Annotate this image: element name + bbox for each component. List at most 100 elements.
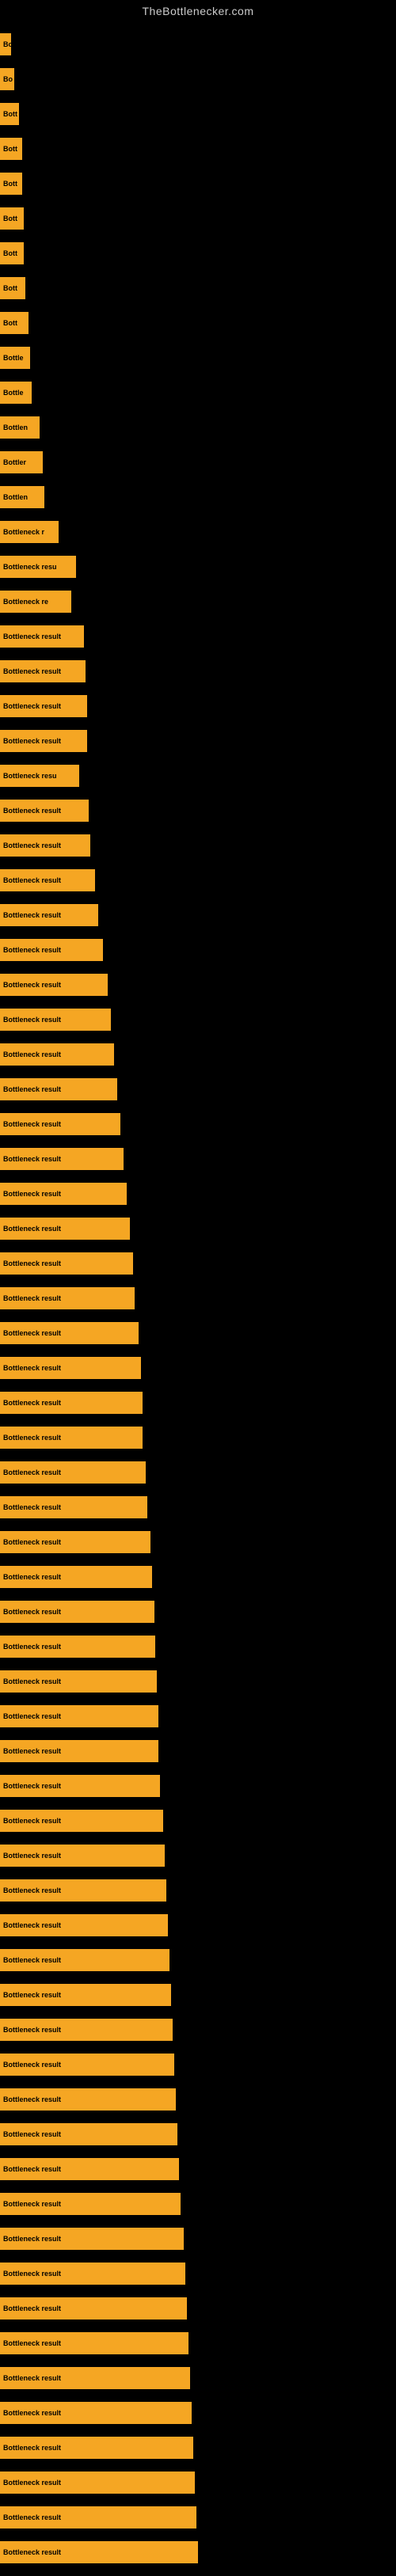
bar-item: Bott: [0, 312, 29, 334]
bar-row: Bottleneck result: [0, 1281, 396, 1316]
bar-label: Bottleneck result: [3, 1085, 61, 1093]
bar-row: Bottleneck result: [0, 724, 396, 758]
bar-row: Bottleneck result: [0, 898, 396, 933]
bar-label: Bottleneck result: [3, 1051, 61, 1058]
bar-row: Bott: [0, 131, 396, 166]
bar-label: Bottleneck result: [3, 1921, 61, 1929]
bar-item: Bottleneck result: [0, 1357, 141, 1379]
bar-item: Bottleneck result: [0, 695, 87, 717]
bar-label: Bottleneck result: [3, 1782, 61, 1790]
bar-label: Bo: [3, 40, 11, 48]
bar-item: Bottleneck result: [0, 1009, 111, 1031]
bar-item: Bo: [0, 68, 14, 90]
bar-row: Bottleneck result: [0, 2326, 396, 2361]
bar-item: Bottlen: [0, 486, 44, 508]
bar-row: Bottler: [0, 445, 396, 480]
bar-row: Bottleneck result: [0, 1594, 396, 1629]
bar-label: Bottleneck result: [3, 2304, 61, 2312]
bar-label: Bott: [3, 110, 17, 118]
bar-item: Bottleneck result: [0, 1601, 154, 1623]
bar-row: Bottleneck result: [0, 1629, 396, 1664]
bar-item: Bottleneck result: [0, 1810, 163, 1832]
bar-row: Bottleneck result: [0, 1385, 396, 1420]
bar-item: Bottleneck result: [0, 2437, 193, 2459]
bar-row: Bottleneck result: [0, 1246, 396, 1281]
bar-item: Bottleneck result: [0, 730, 87, 752]
bar-item: Bottleneck result: [0, 1392, 143, 1414]
bar-item: Bottleneck result: [0, 1879, 166, 1902]
bar-row: Bottleneck result: [0, 2187, 396, 2221]
bar-label: Bottleneck result: [3, 1991, 61, 1999]
bar-label: Bottleneck result: [3, 1503, 61, 1511]
bar-label: Bottleneck result: [3, 981, 61, 989]
bar-label: Bottleneck r: [3, 528, 44, 536]
bar-row: Bottleneck re: [0, 584, 396, 619]
bar-item: Bottleneck result: [0, 1078, 117, 1100]
bar-label: Bottleneck result: [3, 1329, 61, 1337]
bar-item: Bottleneck result: [0, 1705, 158, 1727]
bar-item: Bottleneck result: [0, 1531, 150, 1553]
bar-row: Bottleneck result: [0, 793, 396, 828]
bar-row: Bottleneck result: [0, 2152, 396, 2187]
bar-item: Bottleneck result: [0, 1775, 160, 1797]
bar-item: Bott: [0, 277, 25, 299]
bar-label: Bottle: [3, 389, 24, 397]
bar-label: Bott: [3, 215, 17, 222]
bar-row: Bottleneck result: [0, 2117, 396, 2152]
bar-item: Bottleneck result: [0, 974, 108, 996]
bar-row: Bottleneck result: [0, 2291, 396, 2326]
bar-item: Bottle: [0, 382, 32, 404]
bar-row: Bottleneck result: [0, 2047, 396, 2082]
bar-item: Bottleneck result: [0, 2332, 188, 2354]
bar-item: Bottleneck result: [0, 1183, 127, 1205]
bar-row: Bott: [0, 306, 396, 340]
bar-item: Bottleneck resu: [0, 556, 76, 578]
bar-label: Bott: [3, 249, 17, 257]
bar-row: Bottleneck result: [0, 2256, 396, 2291]
bar-item: Bott: [0, 207, 24, 230]
bar-label: Bottleneck result: [3, 1956, 61, 1964]
bar-label: Bottleneck result: [3, 2548, 61, 2556]
bar-row: Bottleneck result: [0, 1769, 396, 1803]
bar-row: Bottleneck result: [0, 1142, 396, 1176]
bar-item: Bottleneck result: [0, 2402, 192, 2424]
bar-label: Bottleneck result: [3, 807, 61, 815]
bar-label: Bottleneck result: [3, 946, 61, 954]
bar-row: Bottleneck result: [0, 863, 396, 898]
bar-item: Bottleneck result: [0, 2193, 181, 2215]
bar-label: Bottleneck result: [3, 842, 61, 849]
bar-label: Bottleneck result: [3, 2513, 61, 2521]
bar-row: Bottleneck result: [0, 1699, 396, 1734]
bar-item: Bottleneck result: [0, 2541, 198, 2563]
bar-row: Bottleneck result: [0, 1664, 396, 1699]
bar-label: Bottleneck result: [3, 2130, 61, 2138]
bars-container: BoBoBottBottBottBottBottBottBottBottleBo…: [0, 21, 396, 2576]
bar-item: Bottleneck result: [0, 1043, 114, 1066]
bar-item: Bottleneck result: [0, 939, 103, 961]
bar-label: Bottleneck result: [3, 2165, 61, 2173]
bar-item: Bottleneck result: [0, 2506, 196, 2529]
bar-row: Bott: [0, 97, 396, 131]
bar-item: Bottleneck result: [0, 2019, 173, 2041]
bar-row: Bottleneck result: [0, 1351, 396, 1385]
bar-label: Bott: [3, 319, 17, 327]
bar-item: Bottleneck r: [0, 521, 59, 543]
bar-item: Bottleneck result: [0, 1322, 139, 1344]
site-title: TheBottlenecker.com: [142, 5, 253, 17]
bar-item: Bottleneck result: [0, 1148, 124, 1170]
bar-item: Bottleneck result: [0, 2054, 174, 2076]
site-header: TheBottlenecker.com: [0, 0, 396, 21]
bar-label: Bottlen: [3, 424, 28, 431]
bar-row: Bottleneck result: [0, 2361, 396, 2396]
bar-item: Bottleneck resu: [0, 765, 79, 787]
bar-label: Bottleneck result: [3, 2374, 61, 2382]
bar-label: Bottleneck result: [3, 667, 61, 675]
bar-label: Bottle: [3, 354, 24, 362]
bar-label: Bottleneck result: [3, 1294, 61, 1302]
bar-row: Bottleneck result: [0, 1420, 396, 1455]
bar-item: Bottleneck result: [0, 800, 89, 822]
bar-label: Bottleneck result: [3, 2270, 61, 2278]
bar-item: Bottleneck result: [0, 2088, 176, 2111]
bar-label: Bottleneck result: [3, 876, 61, 884]
bar-row: Bottleneck result: [0, 2012, 396, 2047]
